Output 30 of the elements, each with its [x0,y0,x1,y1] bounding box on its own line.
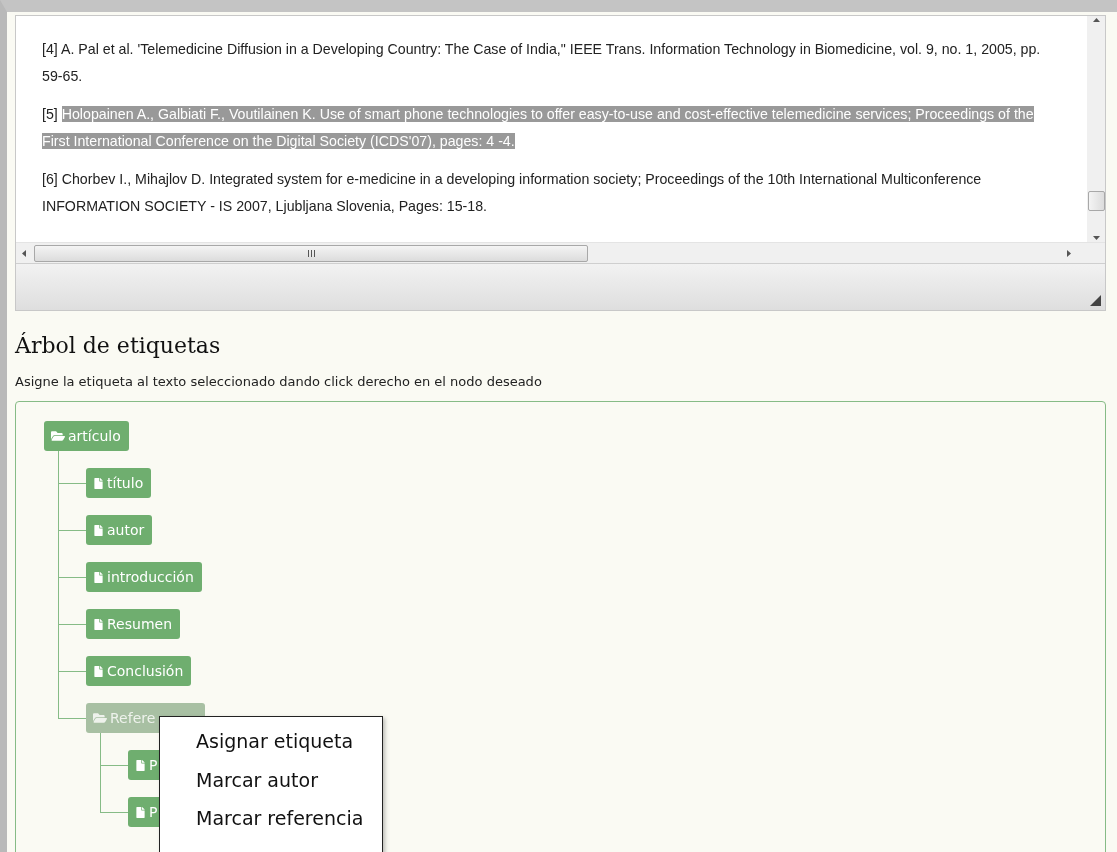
horizontal-scrollbar[interactable] [16,242,1105,263]
scroll-thumb[interactable] [34,244,588,262]
folder-icon [93,711,107,725]
file-icon [135,806,146,818]
tree-node[interactable]: introducción [86,562,202,592]
tree-node[interactable]: artículo [44,421,129,451]
right-arrow-icon[interactable] [1067,249,1071,257]
up-arrow-icon[interactable] [1092,18,1100,22]
file-icon [93,618,104,630]
tree-node[interactable]: Resumen [86,609,180,639]
resize-grip-icon[interactable] [1090,295,1101,306]
folder-icon [51,429,65,443]
section-title: Árbol de etiquetas [15,333,222,358]
reference-text: [5] Holopainen A., Galbiati F., Voutilainen K. Use of smart phone technologies to offer easy-to-use and cost-effective telemedicine services; Proceedings of the First International Conference on the Digital Society (ICDS'07), pages: 4 -4. [42,105,1035,151]
file-icon [93,524,104,536]
down-arrow-icon[interactable] [1092,236,1100,240]
instruction-text: Asigne la etiqueta al texto seleccionado dando click derecho en el nodo deseado [15,374,543,389]
file-icon [93,665,104,677]
tree-node[interactable]: autor [86,515,153,545]
reference-text: [6] Chorbev I., Mihajlov D. Integrated system for e-medicine in a developing information society; Proceedings of the 10th International Multiconference INFORMATION SOCIETY - IS 2007, Ljubljana Slovenia, Pages: 15-18. [42,170,983,216]
file-icon [93,477,104,489]
vertical-scrollbar[interactable] [1087,16,1105,242]
tree-node[interactable]: título [86,468,152,498]
tree-node[interactable]: Conclusión [86,656,192,686]
reference-text: [4] A. Pal et al. 'Telemedicine Diffusion in a Developing Country: The Case of India," IEEE Trans. Information Technology in Biomedicine, vol. 9, no. 1, 2005, pp. 59-65. [42,40,1042,86]
file-icon [93,571,104,583]
scroll-thumb[interactable] [1087,191,1105,211]
file-icon [135,759,146,771]
grip-icon [307,249,315,257]
left-arrow-icon[interactable] [22,249,26,257]
